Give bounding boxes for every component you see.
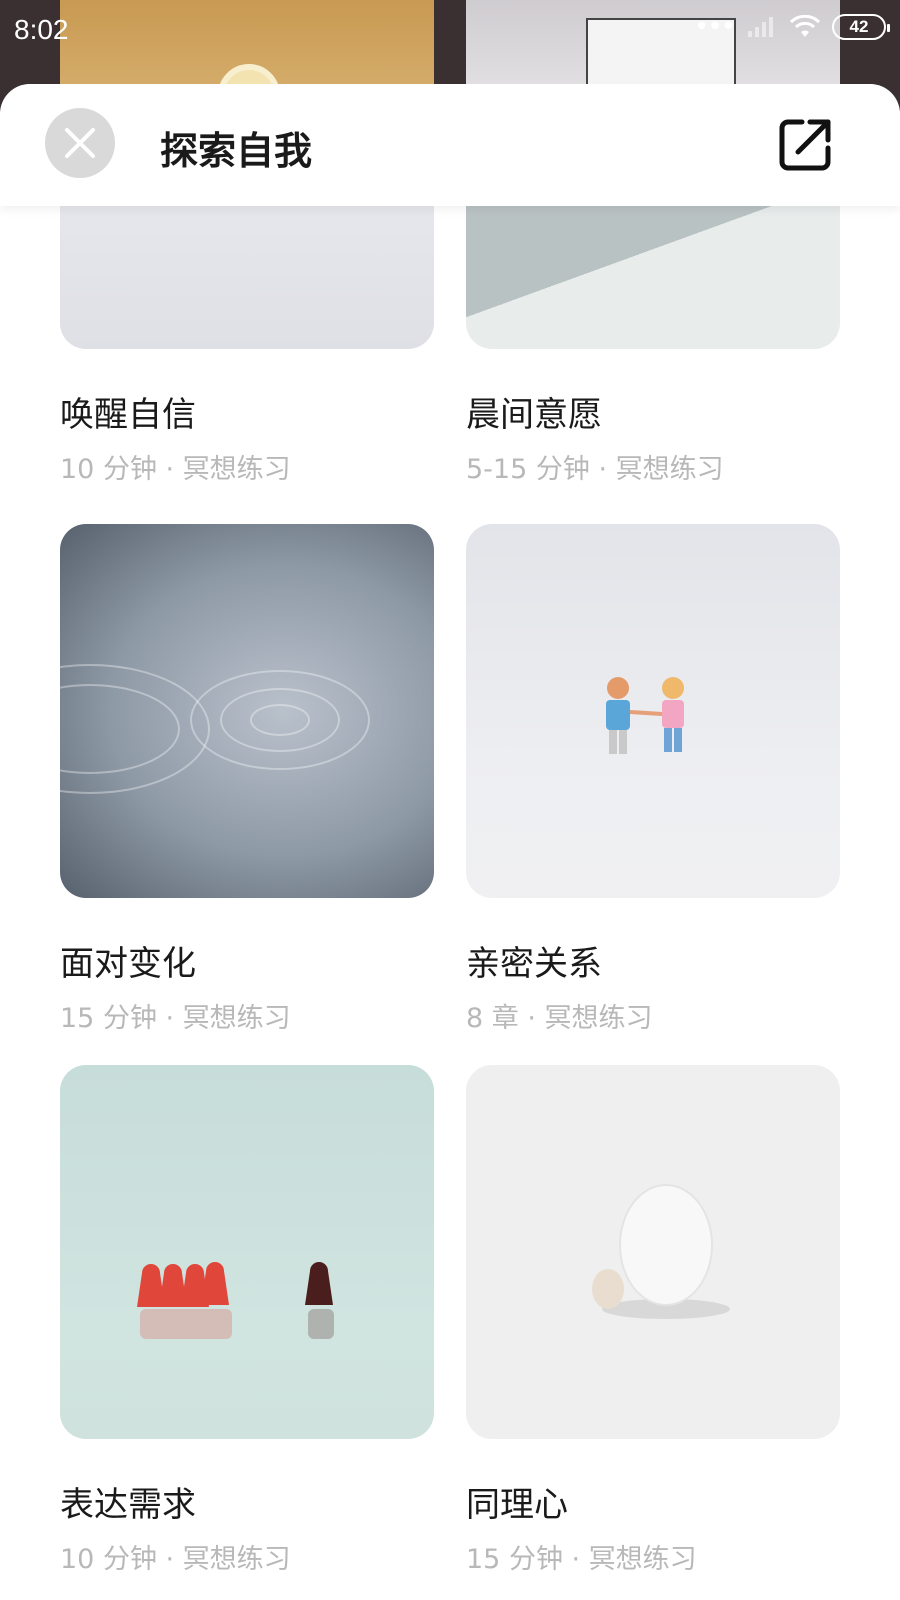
sheet-header: 探索自我 [0, 84, 900, 206]
share-icon [779, 119, 831, 171]
battery-icon: 42 [832, 14, 890, 40]
explore-sheet: 探索自我 唤醒自信 10 分钟 · 冥想练习 晨间意愿 5-15 分钟 · 冥想… [0, 84, 900, 1600]
course-meta: 15 分钟 · 冥想练习 [60, 1003, 291, 1034]
status-time: 8:02 [14, 14, 69, 45]
course-thumbnail [60, 1065, 434, 1439]
battery-level: 42 [849, 17, 869, 36]
course-title: 晨间意愿 [466, 395, 602, 435]
course-meta: 15 分钟 · 冥想练习 [466, 1544, 697, 1575]
dots-icon: ••• [693, 12, 736, 42]
course-title: 表达需求 [60, 1485, 196, 1525]
status-bar: 8:02 ••• 42 [0, 0, 900, 64]
page-title: 探索自我 [160, 129, 313, 173]
wifi-icon [790, 15, 820, 39]
course-meta: 10 分钟 · 冥想练习 [60, 454, 291, 485]
course-card[interactable]: 表达需求 10 分钟 · 冥想练习 [60, 1065, 434, 1575]
signal-icon [746, 16, 778, 38]
course-meta: 5-15 分钟 · 冥想练习 [466, 454, 724, 485]
status-icons: ••• 42 [693, 12, 890, 42]
close-button[interactable] [45, 108, 115, 178]
course-title: 亲密关系 [466, 944, 602, 984]
close-icon [65, 128, 95, 158]
course-title: 同理心 [466, 1485, 568, 1525]
course-title: 唤醒自信 [60, 395, 196, 435]
course-card[interactable]: 亲密关系 8 章 · 冥想练习 [466, 524, 840, 1034]
course-title: 面对变化 [60, 944, 196, 984]
course-meta: 10 分钟 · 冥想练习 [60, 1544, 291, 1575]
course-thumbnail [466, 1065, 840, 1439]
course-meta: 8 章 · 冥想练习 [466, 1003, 653, 1034]
course-card[interactable]: 面对变化 15 分钟 · 冥想练习 [60, 524, 434, 1034]
course-thumbnail [60, 524, 434, 898]
course-card[interactable]: 同理心 15 分钟 · 冥想练习 [466, 1065, 840, 1575]
share-button[interactable] [776, 116, 834, 174]
course-thumbnail [466, 524, 840, 898]
